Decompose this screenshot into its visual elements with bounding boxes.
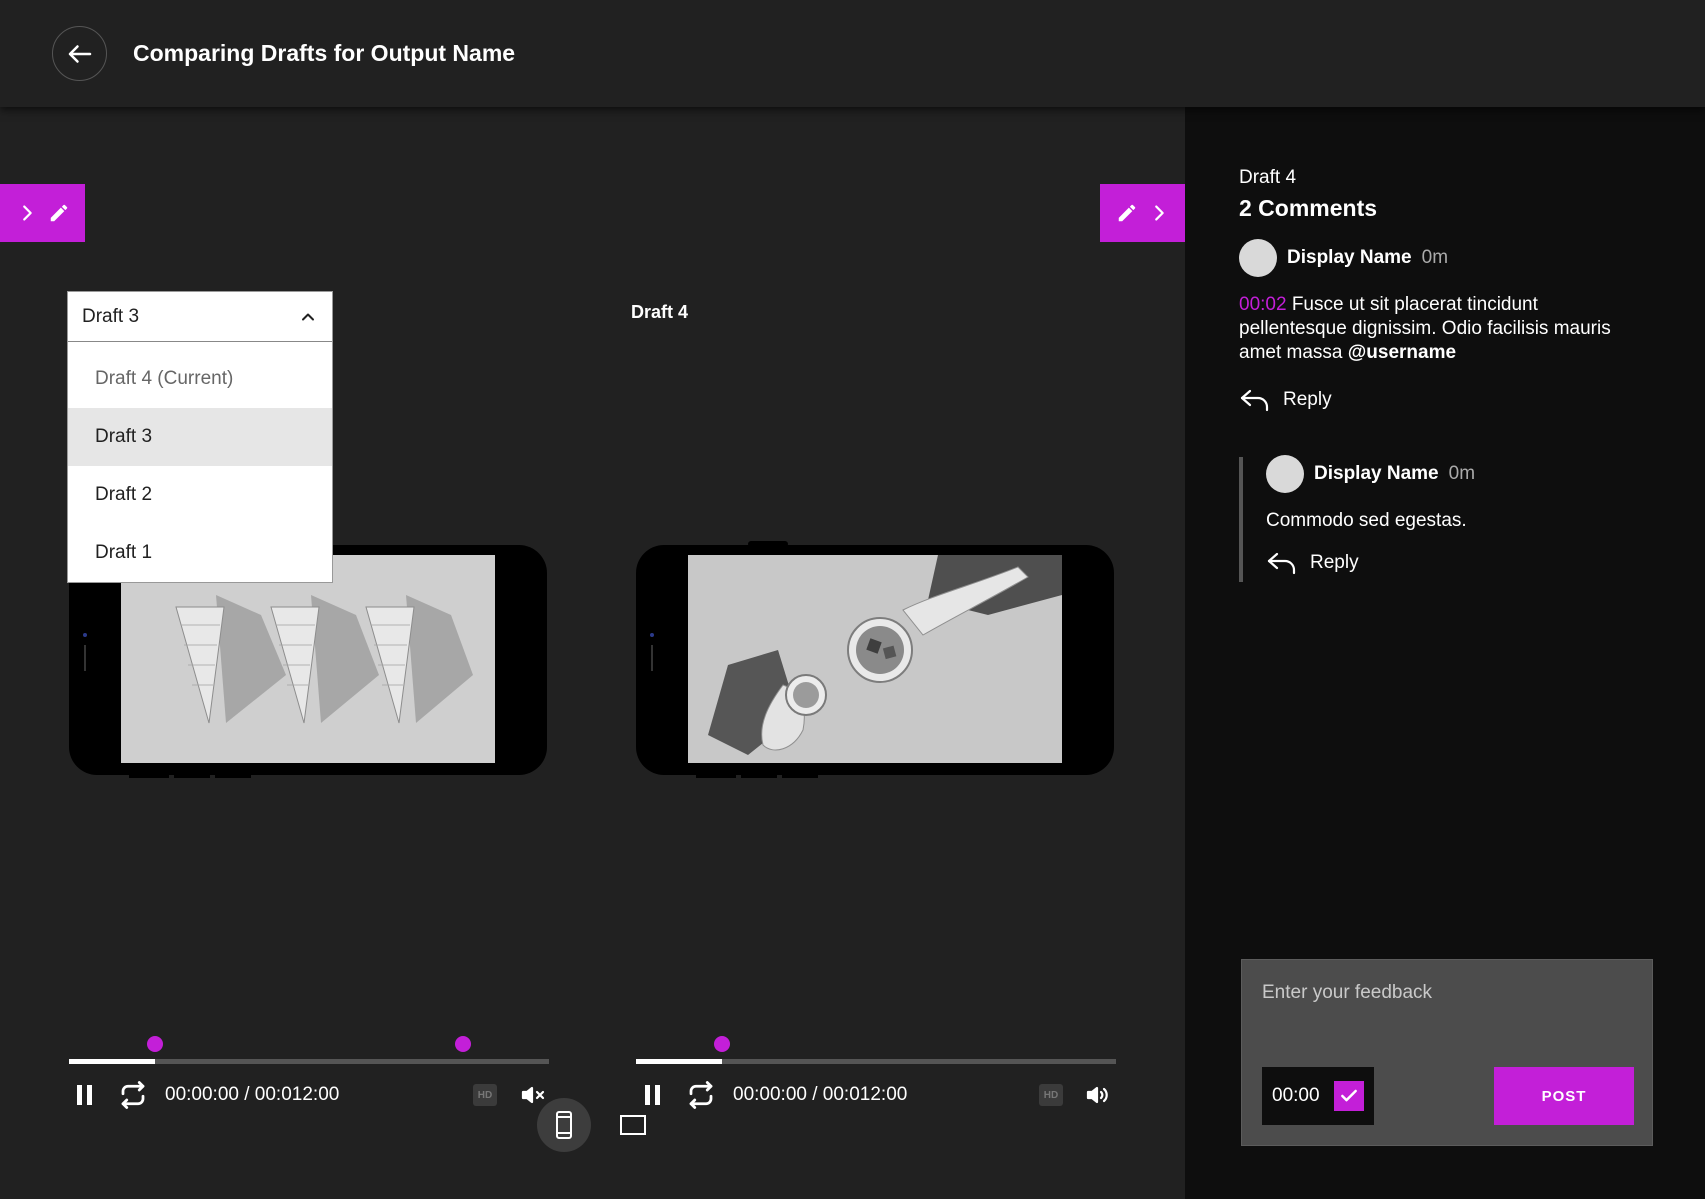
pencil-icon	[1118, 204, 1135, 222]
phone-camera	[650, 633, 654, 637]
phone-bottom-edge	[129, 773, 169, 778]
comment-marker[interactable]	[714, 1036, 731, 1052]
avatar[interactable]	[1266, 455, 1304, 493]
left-edit-tab[interactable]	[0, 184, 85, 242]
comment-author[interactable]: Display Name	[1314, 463, 1439, 485]
desktop-view-toggle[interactable]	[619, 1114, 647, 1141]
chevron-right-icon	[1154, 205, 1164, 221]
phone-bottom-edge	[741, 773, 777, 778]
draft-option[interactable]: Draft 4 (Current)	[68, 350, 332, 408]
phone-side-button	[651, 645, 653, 671]
left-progress-fill	[69, 1059, 156, 1064]
comment-body: Commodo sed egestas.	[1266, 510, 1467, 531]
phone-bottom-edge	[782, 773, 818, 778]
header: Comparing Drafts for Output Name	[0, 0, 1705, 107]
comment-time: 0m	[1448, 463, 1476, 484]
feedback-composer: 00:00 POST	[1241, 959, 1653, 1146]
right-edit-tab[interactable]	[1100, 184, 1185, 242]
phone-bottom-edge	[174, 773, 210, 778]
comments-count: 2 Comments	[1239, 195, 1378, 221]
phone-side-button	[84, 645, 86, 671]
reply-button[interactable]: Reply	[1266, 550, 1359, 576]
right-hd-icon[interactable]: HD	[1039, 1084, 1063, 1106]
draft-option[interactable]: Draft 3	[68, 408, 332, 466]
pause-icon	[77, 1085, 92, 1105]
right-draft-label: Draft 4	[631, 302, 689, 322]
pencil-icon	[50, 204, 67, 222]
phone-notch	[748, 541, 788, 547]
right-progress-fill	[636, 1059, 723, 1064]
ice-cream-cones-image	[121, 555, 495, 763]
comment-body: 00:02 Fusce ut sit placerat tincidunt pe…	[1239, 293, 1639, 365]
right-pause-button[interactable]	[642, 1082, 664, 1108]
timestamp-checkbox[interactable]	[1334, 1081, 1364, 1111]
phone-bottom-edge	[215, 773, 251, 778]
left-hd-icon[interactable]: HD	[473, 1084, 497, 1106]
draft-options: Draft 4 (Current) Draft 3 Draft 2 Draft …	[68, 342, 332, 582]
draft-option[interactable]: Draft 2	[68, 466, 332, 524]
draft-select-toggle[interactable]: Draft 3	[68, 292, 332, 342]
post-button[interactable]: POST	[1494, 1067, 1634, 1125]
arrow-left-icon	[68, 44, 91, 63]
smartphone-icon	[556, 1111, 572, 1139]
repeat-icon	[121, 1081, 145, 1109]
left-video-frame[interactable]	[121, 555, 495, 763]
repeat-icon	[689, 1081, 713, 1109]
draft-select-value: Draft 3	[82, 305, 140, 327]
right-video-frame[interactable]	[688, 555, 1062, 763]
comments-draft-label: Draft 4	[1239, 167, 1297, 188]
reply-thread-line	[1239, 457, 1243, 582]
right-volume-button[interactable]	[1085, 1082, 1113, 1108]
compare-area: Draft 4 Draft 3 Draft 4 (Current) Draft …	[0, 107, 1185, 1199]
comment-mention[interactable]: @username	[1348, 342, 1456, 363]
right-loop-button[interactable]	[686, 1080, 716, 1110]
back-button[interactable]	[52, 26, 107, 81]
reply-button[interactable]: Reply	[1239, 387, 1332, 413]
reply-arrow-icon	[1267, 552, 1296, 575]
avatar[interactable]	[1239, 239, 1277, 277]
left-mute-button[interactable]	[520, 1082, 548, 1108]
comment-marker[interactable]	[147, 1036, 164, 1052]
comment-header: Display Name 0m	[1239, 239, 1448, 277]
reply-label: Reply	[1310, 552, 1359, 573]
phone-bottom-edge	[696, 773, 736, 778]
right-progress-bar[interactable]	[636, 1059, 1116, 1064]
comment-author[interactable]: Display Name	[1287, 247, 1412, 269]
draft-option[interactable]: Draft 1	[68, 524, 332, 582]
left-time-readout: 00:00:00 / 00:012:00	[165, 1084, 340, 1105]
comment-time: 0m	[1421, 247, 1449, 268]
monitor-icon	[620, 1115, 646, 1135]
comment-timestamp[interactable]: 00:02	[1239, 294, 1287, 315]
chevron-up-icon	[302, 313, 314, 320]
reply-arrow-icon	[1240, 389, 1269, 412]
comment-marker[interactable]	[454, 1036, 471, 1052]
phone-camera	[83, 633, 87, 637]
right-phone-preview	[636, 541, 1114, 778]
left-pause-button[interactable]	[74, 1082, 96, 1108]
volume-high-icon	[1086, 1086, 1108, 1104]
pause-icon	[645, 1085, 660, 1105]
comment-header: Display Name 0m	[1266, 455, 1475, 493]
feedback-input[interactable]	[1262, 982, 1632, 1004]
left-loop-button[interactable]	[118, 1080, 148, 1110]
reply-label: Reply	[1283, 389, 1332, 410]
hands-with-cups-image	[688, 555, 1062, 763]
mobile-view-toggle[interactable]	[537, 1098, 591, 1152]
draft-select[interactable]: Draft 3 Draft 4 (Current) Draft 3 Draft …	[67, 291, 333, 583]
right-time-readout: 00:00:00 / 00:012:00	[733, 1084, 908, 1105]
chevron-right-icon	[22, 205, 32, 221]
left-progress-bar[interactable]	[69, 1059, 549, 1064]
checkmark-icon	[1341, 1089, 1357, 1102]
page-title: Comparing Drafts for Output Name	[133, 40, 516, 66]
timestamp-value: 00:00	[1272, 1085, 1320, 1106]
timestamp-toggle[interactable]: 00:00	[1262, 1067, 1374, 1125]
volume-muted-icon	[521, 1086, 545, 1104]
